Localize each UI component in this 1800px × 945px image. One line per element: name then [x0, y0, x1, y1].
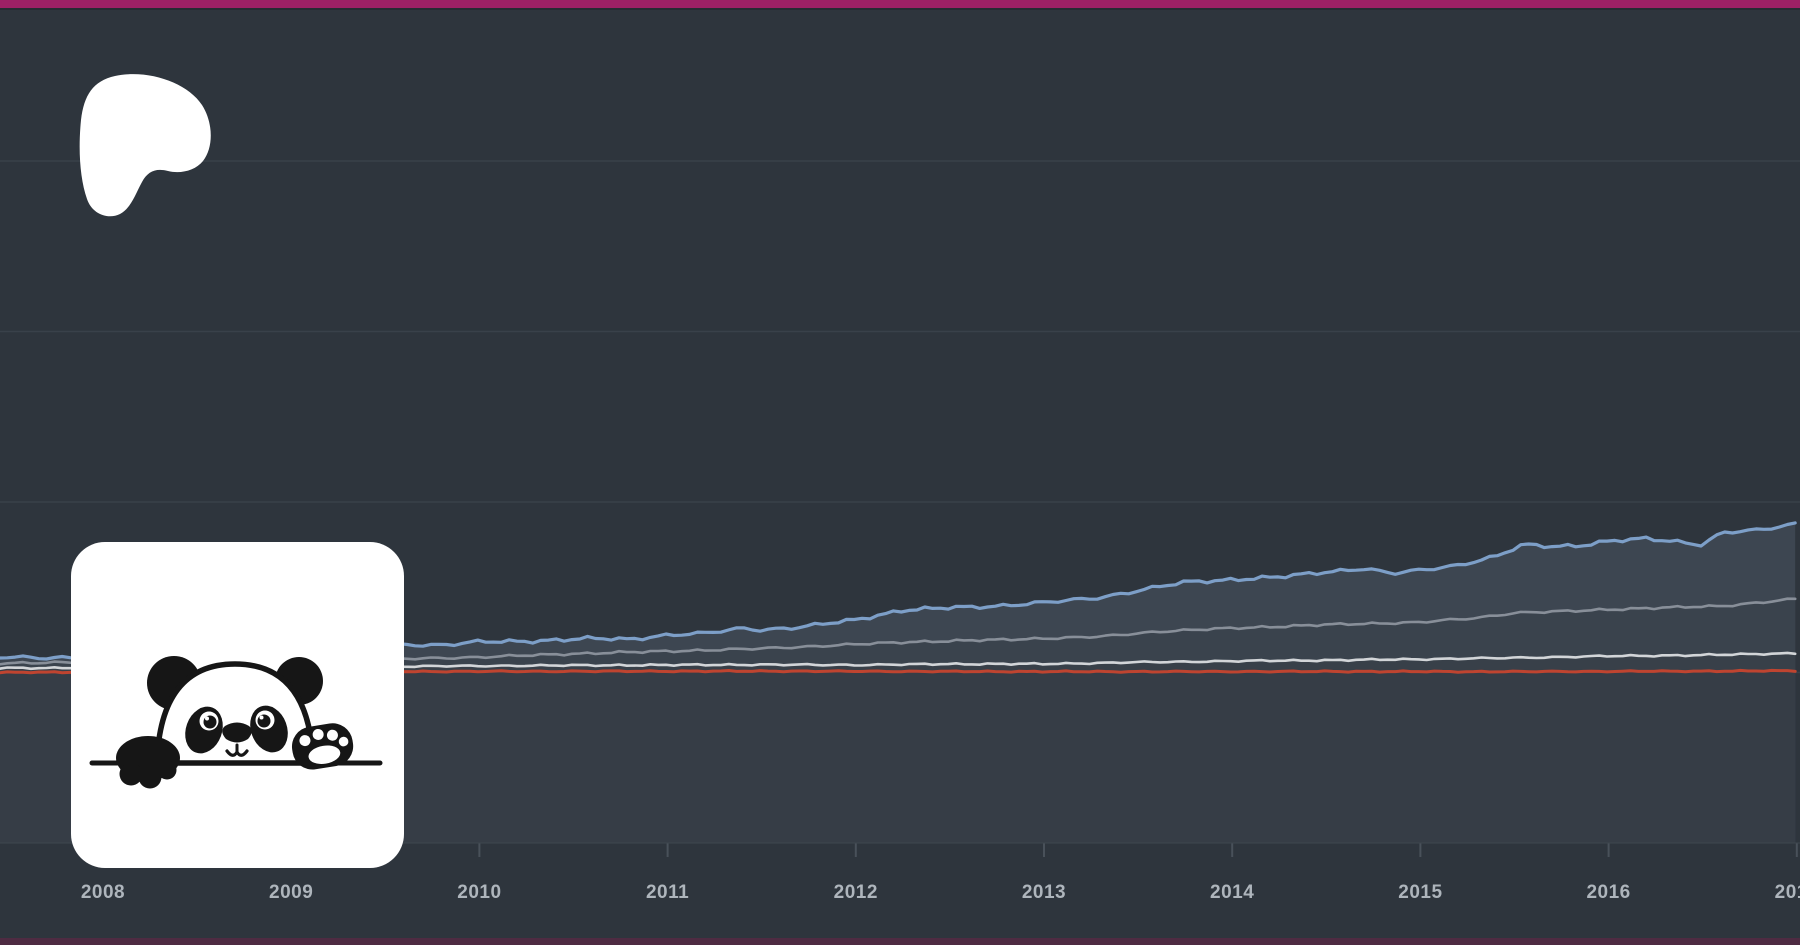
x-tick-label: 2015	[1398, 882, 1442, 903]
x-tick-label: 2010	[457, 882, 501, 903]
top-border	[0, 0, 1800, 8]
x-tick-label: 2016	[1586, 882, 1630, 903]
x-tick-label: 2013	[1022, 882, 1066, 903]
x-tick-label: 2014	[1210, 882, 1254, 903]
x-tick-label: 2012	[834, 882, 878, 903]
panda-card	[71, 542, 404, 868]
chart-canvas: 2008 2009 2010 2011 2012 2013 2014 2015 2016 2017	[0, 0, 1800, 945]
x-tick-label: 2011	[646, 882, 689, 903]
patreon-blob-logo-icon	[79, 74, 211, 217]
peeking-panda-icon	[89, 656, 383, 789]
x-tick-label: 2008	[81, 882, 125, 903]
blob-shape	[79, 74, 211, 217]
x-tick-label: 2009	[269, 882, 313, 903]
bottom-border	[0, 938, 1800, 945]
x-tick-label: 2017	[1775, 882, 1800, 903]
